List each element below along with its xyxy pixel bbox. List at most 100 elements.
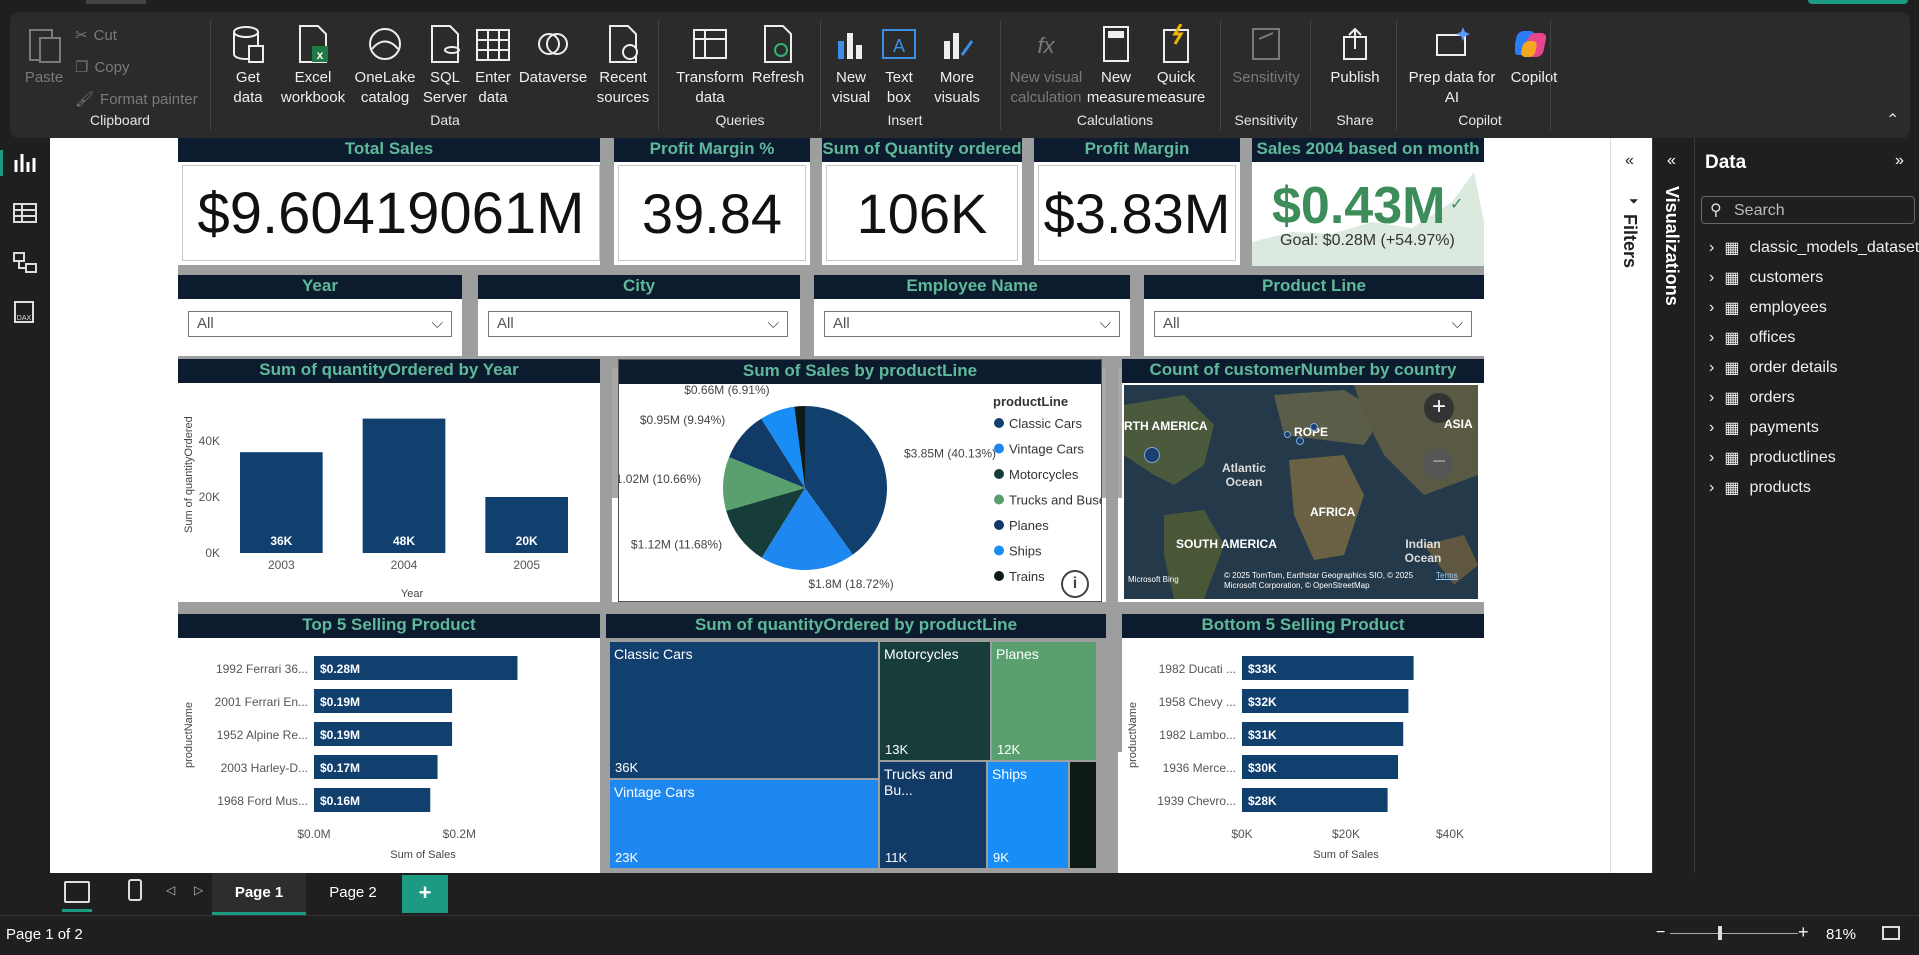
map-continents <box>1124 385 1478 599</box>
x-axis-label: Sum of Sales <box>1313 849 1379 861</box>
collapse-filters-icon[interactable]: « <box>1625 152 1634 170</box>
table-item[interactable]: › ▦ customers <box>1709 268 1823 288</box>
zoom-out-icon[interactable]: − <box>1424 449 1454 479</box>
tile-label: Ships <box>992 766 1028 782</box>
zoom-in-icon[interactable]: + <box>1424 393 1454 423</box>
copy-button[interactable]: ❐ Copy <box>75 58 129 77</box>
mobile-view-icon[interactable] <box>128 879 142 901</box>
table-item[interactable]: › ▦ orders <box>1709 388 1795 408</box>
map-visual[interactable]: RTH AMERICA ROPE ASIA Atlantic Ocean AFR… <box>1124 385 1478 599</box>
prev-page-icon[interactable]: ◁ <box>166 883 175 897</box>
search-icon: ⚲ <box>1710 202 1722 219</box>
treemap-tile[interactable]: Motorcycles 13K <box>880 642 990 760</box>
more-visuals-button[interactable]: More visuals <box>924 24 990 108</box>
map-terms-link[interactable]: Terms <box>1436 571 1458 580</box>
model-view-icon[interactable] <box>12 250 38 276</box>
get-data-button[interactable]: Get data <box>220 24 276 108</box>
map-bubble[interactable] <box>1310 423 1318 431</box>
next-page-icon[interactable]: ▷ <box>194 883 203 897</box>
card-title-profit-margin: Profit Margin <box>1034 138 1240 162</box>
zoom-out-button[interactable]: − <box>1656 924 1665 942</box>
table-item[interactable]: › ▦ classic_models_dataset <box>1709 238 1919 258</box>
treemap-tile[interactable]: Classic Cars 36K <box>610 642 878 778</box>
chevron-right-icon[interactable]: › <box>1709 269 1714 287</box>
legend-marker <box>994 571 1004 581</box>
y-tick-label: 1968 Ford Mus... <box>217 794 308 808</box>
report-page: Total Sales $9.60419061M Profit Margin %… <box>178 138 1484 873</box>
chevron-right-icon[interactable]: › <box>1709 479 1714 497</box>
chevron-right-icon[interactable]: › <box>1709 419 1714 437</box>
info-icon[interactable]: i <box>1061 570 1089 598</box>
treemap-tile[interactable]: Ships 9K <box>988 762 1068 868</box>
chevron-right-icon[interactable]: › <box>1709 359 1714 377</box>
table-item[interactable]: › ▦ payments <box>1709 418 1819 438</box>
table-item[interactable]: › ▦ order details <box>1709 358 1838 378</box>
treemap-tile-trains[interactable] <box>1070 762 1096 868</box>
treemap-tile[interactable]: Planes 12K <box>992 642 1096 760</box>
enter-data-button[interactable]: Enter data <box>470 24 516 108</box>
slicer-productline-dropdown[interactable]: All ⌵ <box>1154 311 1472 337</box>
x-tick-label: 2005 <box>513 558 540 572</box>
fit-to-page-icon[interactable] <box>1882 926 1900 940</box>
dax-query-view-icon[interactable]: DAX <box>12 300 38 326</box>
table-item[interactable]: › ▦ productlines <box>1709 448 1836 468</box>
treemap-tile[interactable]: Vintage Cars 23K <box>610 780 878 868</box>
table-name: customers <box>1749 269 1824 286</box>
format-painter-button[interactable]: 🖌 Format painter <box>75 90 198 109</box>
quick-measure-button[interactable]: Quick measure <box>1146 24 1206 108</box>
add-page-button[interactable]: + <box>402 875 448 913</box>
table-view-icon[interactable] <box>12 200 38 226</box>
refresh-button[interactable]: Refresh <box>748 24 808 88</box>
excel-workbook-button[interactable]: x Excel workbook <box>278 24 348 108</box>
treemap-tile[interactable]: Trucks and Bu... 11K <box>880 762 986 868</box>
zoom-slider-thumb[interactable] <box>1718 926 1722 940</box>
new-visual-button[interactable]: New visual <box>826 24 876 108</box>
prep-data-ai-button[interactable]: Prep data for AI <box>1402 24 1502 108</box>
transform-data-button[interactable]: Transform data <box>670 24 750 108</box>
data-search-input[interactable]: ⚲ Search <box>1701 196 1915 224</box>
zoom-slider-track[interactable] <box>1670 933 1798 934</box>
gap-strip <box>810 138 822 266</box>
table-icon: ▦ <box>1724 300 1740 317</box>
chevron-right-icon[interactable]: › <box>1709 329 1714 347</box>
table-item[interactable]: › ▦ offices <box>1709 328 1795 348</box>
map-bubble[interactable] <box>1144 447 1160 463</box>
slicer-city-dropdown[interactable]: All ⌵ <box>488 311 788 337</box>
dataverse-button[interactable]: Dataverse <box>518 24 588 88</box>
chevron-right-icon[interactable]: › <box>1709 389 1714 407</box>
legend-item: Classic Cars <box>1009 416 1082 431</box>
table-item[interactable]: › ▦ products <box>1709 478 1811 498</box>
sensitivity-button[interactable]: Sensitivity <box>1226 24 1306 88</box>
copilot-button[interactable]: Copilot <box>1504 24 1564 88</box>
collapse-ribbon-icon[interactable]: ⌃ <box>1886 110 1899 130</box>
slicer-employee-dropdown[interactable]: All ⌵ <box>824 311 1120 337</box>
sql-server-button[interactable]: SQL Server <box>422 24 468 108</box>
expand-visualizations-icon[interactable]: « <box>1667 152 1676 170</box>
filters-pane[interactable]: « ⏷ Filters <box>1610 138 1652 873</box>
table-item[interactable]: › ▦ employees <box>1709 298 1827 318</box>
text-box-button[interactable]: A Text box <box>876 24 922 108</box>
new-visual-calculation-button[interactable]: fx New visual calculation <box>1006 24 1086 108</box>
chart-title-treemap: Sum of quantityOrdered by productLine <box>606 614 1106 638</box>
map-bubble[interactable] <box>1284 431 1291 438</box>
report-view-icon[interactable] <box>12 150 38 176</box>
map-bubble[interactable] <box>1296 437 1304 445</box>
publish-button[interactable]: Publish <box>1320 24 1390 88</box>
collapse-data-icon[interactable]: » <box>1895 152 1904 170</box>
visualizations-pane[interactable]: « Visualizations <box>1652 138 1694 873</box>
slicer-year-dropdown[interactable]: All ⌵ <box>188 311 452 337</box>
desktop-view-icon[interactable] <box>64 881 90 903</box>
onelake-catalog-button[interactable]: OneLake catalog <box>350 24 420 108</box>
chevron-right-icon[interactable]: › <box>1709 299 1714 317</box>
new-measure-button[interactable]: New measure <box>1086 24 1146 108</box>
recent-sources-button[interactable]: Recent sources <box>590 24 656 108</box>
tab-indicator <box>86 0 146 4</box>
tab-page-1[interactable]: Page 1 <box>212 873 306 915</box>
group-label-data: Data <box>430 112 460 128</box>
cut-button[interactable]: ✂ Cut <box>75 26 117 45</box>
chevron-right-icon[interactable]: › <box>1709 239 1714 257</box>
chevron-right-icon[interactable]: › <box>1709 449 1714 467</box>
paste-button[interactable]: Paste <box>24 24 64 88</box>
zoom-in-button[interactable]: + <box>1798 922 1809 943</box>
tab-page-2[interactable]: Page 2 <box>306 873 400 915</box>
